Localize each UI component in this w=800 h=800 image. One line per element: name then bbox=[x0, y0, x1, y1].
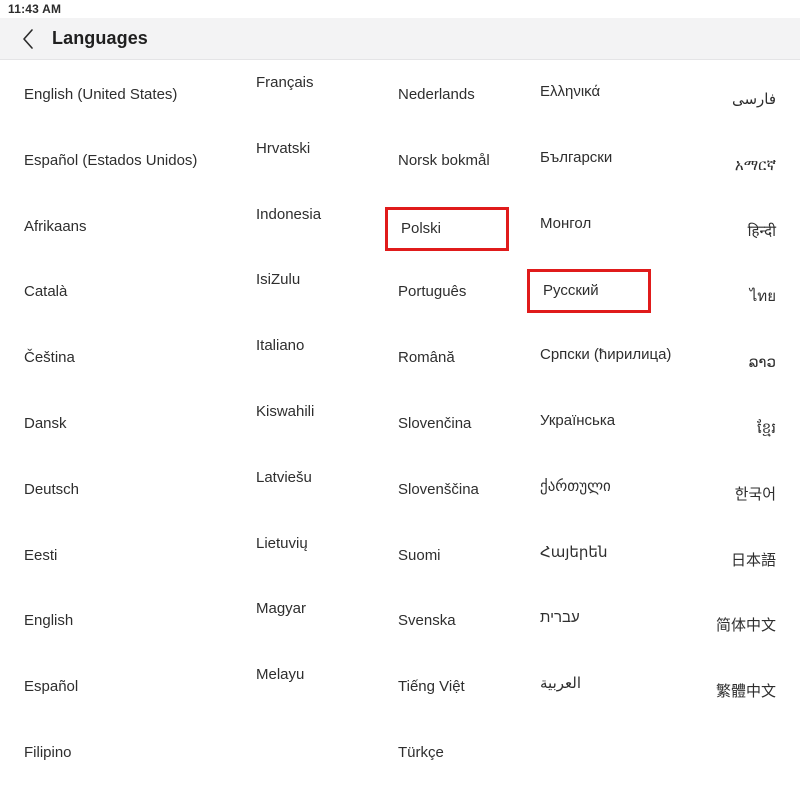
language-item[interactable]: Українська bbox=[540, 412, 615, 430]
language-item[interactable]: Hrvatski bbox=[256, 140, 310, 158]
language-item[interactable]: Nederlands bbox=[398, 86, 475, 104]
language-item[interactable]: Suomi bbox=[398, 547, 441, 565]
language-item[interactable]: Magyar bbox=[256, 600, 306, 618]
language-item[interactable]: Italiano bbox=[256, 337, 304, 355]
status-bar: 11:43 AM bbox=[0, 0, 800, 18]
language-item[interactable]: Български bbox=[540, 149, 612, 167]
language-item[interactable]: Svenska bbox=[398, 612, 456, 630]
language-item[interactable]: Čeština bbox=[24, 349, 75, 367]
language-item[interactable]: Slovenščina bbox=[398, 481, 479, 499]
language-item[interactable]: 日本語 bbox=[731, 552, 776, 570]
language-item[interactable]: 简体中文 bbox=[716, 617, 776, 635]
language-item[interactable]: IsiZulu bbox=[256, 271, 300, 289]
language-item[interactable]: English (United States) bbox=[24, 86, 177, 104]
language-item[interactable]: ខ្មែរ bbox=[757, 420, 776, 438]
language-item[interactable]: Français bbox=[256, 74, 314, 92]
back-button[interactable] bbox=[14, 25, 42, 53]
language-item[interactable]: Melayu bbox=[256, 666, 304, 684]
language-item[interactable]: עברית bbox=[540, 609, 580, 627]
language-item[interactable]: Türkçe bbox=[398, 744, 444, 762]
language-item[interactable]: ไทย bbox=[750, 288, 776, 306]
app-bar: Languages bbox=[0, 18, 800, 60]
language-item[interactable]: አማርኛ bbox=[735, 157, 776, 175]
language-item[interactable]: Dansk bbox=[24, 415, 67, 433]
language-item[interactable]: Tiếng Việt bbox=[398, 678, 465, 696]
language-item[interactable]: العربية bbox=[540, 675, 581, 693]
language-item[interactable]: Монгол bbox=[540, 215, 591, 233]
language-item[interactable]: Español bbox=[24, 678, 78, 696]
language-item[interactable]: Српски (ћирилица) bbox=[540, 346, 671, 364]
language-item[interactable]: Հայերեն bbox=[540, 544, 607, 562]
language-item[interactable]: Lietuvių bbox=[256, 535, 308, 553]
language-item-selected[interactable]: Polski bbox=[385, 206, 509, 251]
language-item[interactable]: English bbox=[24, 612, 73, 630]
language-item[interactable]: Kiswahili bbox=[256, 403, 314, 421]
language-item[interactable]: Deutsch bbox=[24, 481, 79, 499]
language-item[interactable]: 繁體中文 bbox=[716, 683, 776, 701]
language-item[interactable]: ქართული bbox=[540, 478, 611, 496]
language-item[interactable]: Eesti bbox=[24, 547, 57, 565]
language-item[interactable]: Indonesia bbox=[256, 206, 321, 224]
language-item[interactable]: 한국어 bbox=[735, 486, 776, 504]
language-item[interactable]: Ελληνικά bbox=[540, 83, 600, 101]
status-bar-time: 11:43 AM bbox=[8, 2, 62, 16]
language-item[interactable]: हिन्दी bbox=[748, 223, 776, 241]
language-item[interactable]: Norsk bokmål bbox=[398, 152, 490, 170]
chevron-left-icon bbox=[20, 28, 36, 50]
language-item[interactable]: Română bbox=[398, 349, 455, 367]
page-title: Languages bbox=[52, 28, 148, 48]
language-item[interactable]: Español (Estados Unidos) bbox=[24, 152, 197, 170]
language-item[interactable]: ລາວ bbox=[749, 354, 776, 372]
language-item-selected[interactable]: Русский bbox=[527, 269, 651, 314]
language-item[interactable]: Afrikaans bbox=[24, 218, 87, 236]
language-item[interactable]: Filipino bbox=[24, 744, 72, 762]
language-item[interactable]: Català bbox=[24, 283, 67, 301]
language-item[interactable]: فارسی bbox=[732, 91, 776, 109]
language-item[interactable]: Slovenčina bbox=[398, 415, 471, 433]
language-item[interactable]: Latviešu bbox=[256, 469, 312, 487]
language-item[interactable]: Português bbox=[398, 283, 466, 301]
language-list: English (United States) Español (Estados … bbox=[0, 61, 800, 800]
